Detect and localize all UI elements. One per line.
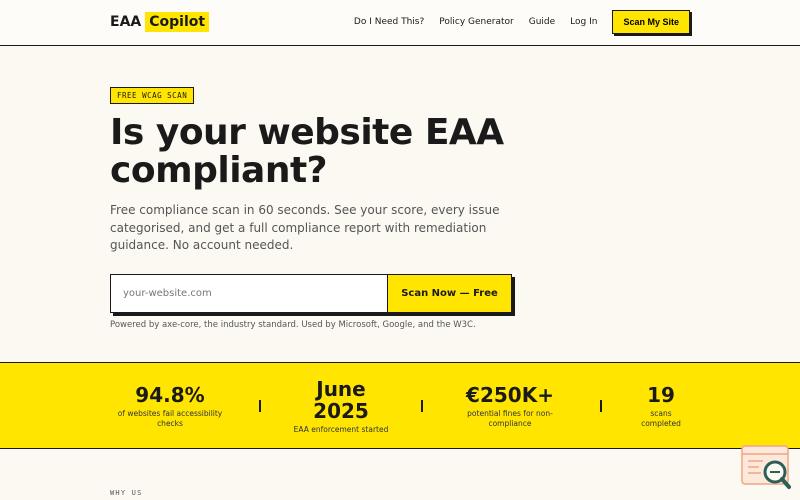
stat-label: scans completed bbox=[641, 409, 681, 428]
stats-band: 94.8% of websites fail accessibility che… bbox=[0, 362, 800, 449]
stat-label: EAA enforcement started bbox=[293, 425, 389, 434]
stat-divider bbox=[421, 400, 423, 412]
scan-form: Scan Now — Free bbox=[110, 274, 512, 313]
stat-divider bbox=[600, 400, 602, 412]
top-navbar: EAA Copilot Do I Need This? Policy Gener… bbox=[0, 0, 800, 46]
accessibility-scan-widget[interactable] bbox=[741, 445, 791, 490]
stat-value: June 2025 bbox=[313, 377, 369, 423]
nav-link-policy-generator[interactable]: Policy Generator bbox=[439, 17, 513, 27]
section-label-why-us: WHY US bbox=[110, 489, 143, 497]
brand-text-eaa: EAA bbox=[110, 14, 142, 30]
stat-divider bbox=[259, 400, 261, 412]
stat-label: of websites fail accessibility checks bbox=[117, 409, 223, 428]
nav-link-guide[interactable]: Guide bbox=[529, 17, 555, 27]
search-magnifier-icon bbox=[741, 445, 791, 489]
stat-fines: €250K+ potential fines for non-complianc… bbox=[450, 363, 570, 450]
stat-enforcement-date: June 2025 EAA enforcement started bbox=[281, 363, 401, 450]
nav-link-do-i-need-this[interactable]: Do I Need This? bbox=[354, 17, 424, 27]
powered-by-text: Powered by axe-core, the industry standa… bbox=[110, 320, 476, 330]
scan-my-site-button[interactable]: Scan My Site bbox=[612, 10, 690, 34]
free-wcag-scan-badge: FREE WCAG SCAN bbox=[110, 87, 195, 104]
nav-links: Do I Need This? Policy Generator Guide L… bbox=[339, 10, 690, 34]
hero-title: Is your website EAA compliant? bbox=[110, 112, 504, 191]
stat-value: 94.8% bbox=[135, 383, 205, 407]
stat-scans-completed: 19 scans completed bbox=[621, 363, 701, 450]
nav-link-log-in[interactable]: Log In bbox=[570, 17, 597, 27]
stat-fail-rate: 94.8% of websites fail accessibility che… bbox=[110, 363, 230, 450]
stat-value: 19 bbox=[647, 383, 675, 407]
hero-subtitle: Free compliance scan in 60 seconds. See … bbox=[110, 203, 500, 252]
stat-label: potential fines for non-compliance bbox=[467, 409, 553, 428]
brand-logo[interactable]: EAA Copilot bbox=[110, 12, 210, 32]
stat-value: €250K+ bbox=[466, 383, 554, 407]
website-url-input[interactable] bbox=[111, 275, 387, 312]
brand-text-copilot: Copilot bbox=[145, 12, 210, 32]
scan-now-button[interactable]: Scan Now — Free bbox=[387, 275, 511, 312]
